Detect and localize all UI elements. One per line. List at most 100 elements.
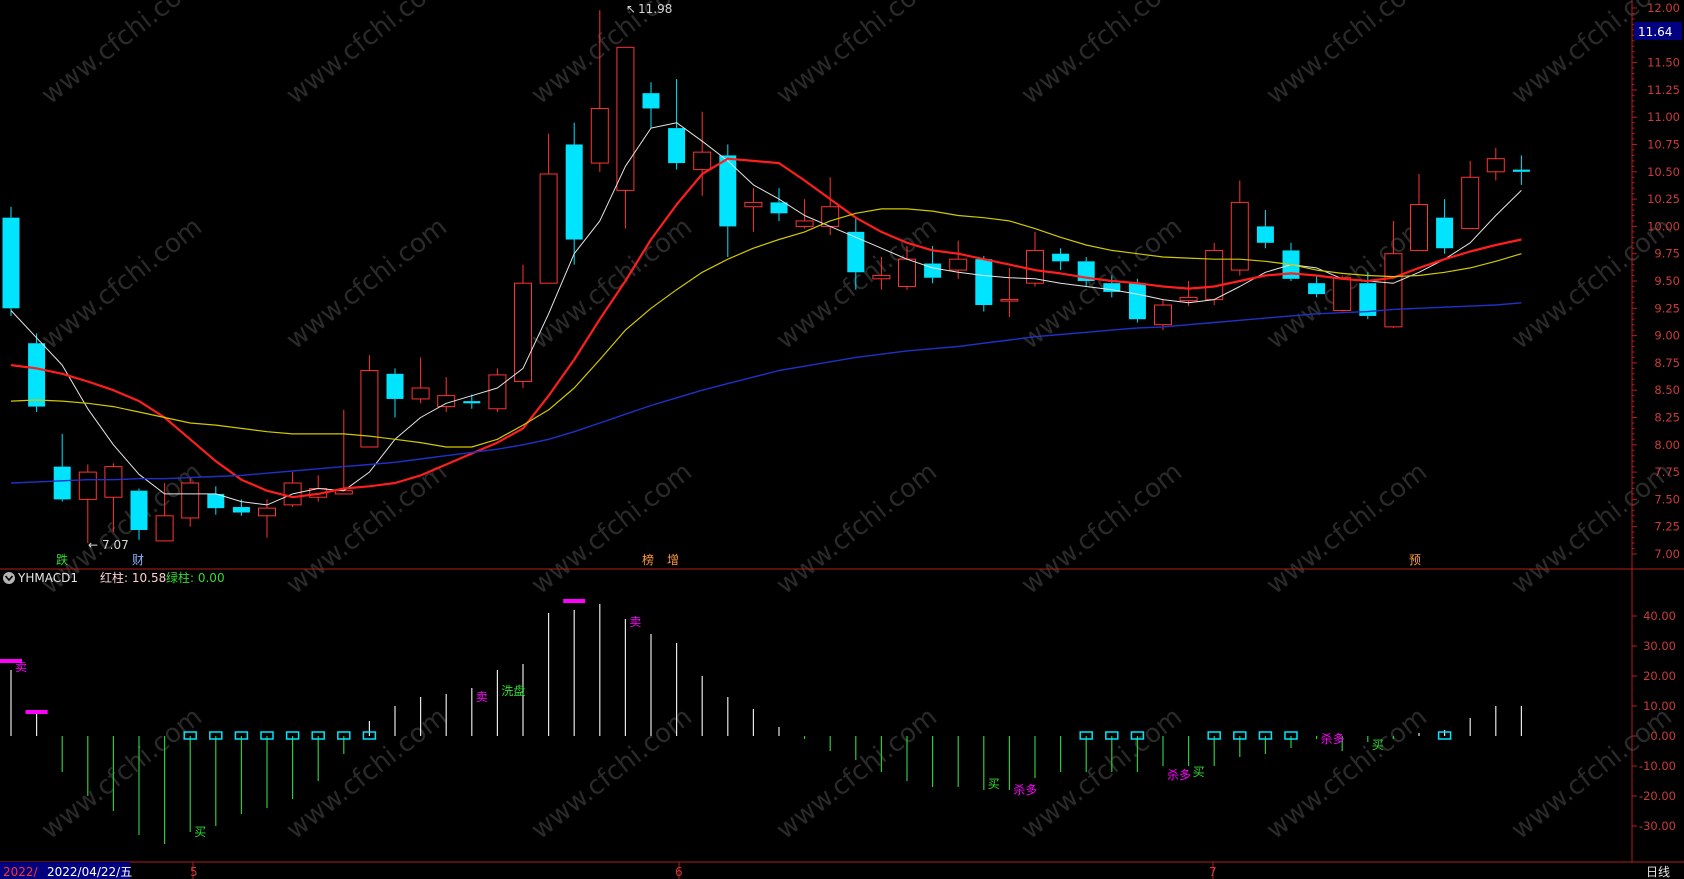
candle-down: [232, 507, 250, 513]
time-label-june: 6: [675, 865, 683, 879]
signal-label: 杀多: [1321, 731, 1345, 746]
candle-up: [1384, 253, 1403, 328]
candle-up: [1205, 249, 1224, 301]
candle-up: [488, 374, 507, 410]
price-tick-label: 11.25: [1647, 83, 1680, 97]
candle-down: [770, 202, 788, 214]
candle-up: [1410, 204, 1428, 251]
candle-up: [744, 201, 763, 208]
price-tick-label: 9.00: [1654, 329, 1680, 343]
candle-down: [386, 373, 404, 399]
candle-down: [130, 490, 148, 530]
candle-down: [642, 93, 660, 109]
candle-up: [949, 258, 968, 271]
time-cursor-date: 2022/04/22/五: [47, 865, 132, 879]
event-marker-1[interactable]: 跌: [56, 552, 68, 567]
event-marker-5[interactable]: 预: [1409, 553, 1421, 567]
candle-up: [539, 173, 558, 284]
price-tick-label: 8.50: [1654, 383, 1680, 397]
signal-label: 杀多: [1167, 767, 1191, 782]
kline-chart[interactable]: www.cfchi.com www.cfchi.com www.cfchi.com w…: [0, 0, 1684, 879]
price-tick-label: 10.25: [1647, 192, 1680, 206]
candle-down: [1256, 226, 1274, 243]
signal-label: 洗盘: [501, 683, 525, 698]
price-tick-label: 12.00: [1647, 1, 1680, 15]
candle-up: [1179, 296, 1198, 302]
candle-up: [872, 275, 891, 280]
candle-down: [975, 259, 993, 306]
candle-down: [847, 231, 865, 273]
high-price-label: 11.98: [638, 2, 672, 16]
macd-tick-label: -10.00: [1639, 759, 1676, 773]
price-tick-label: 9.50: [1654, 274, 1680, 288]
magenta-peak-marker: [25, 710, 48, 714]
signal-label: 卖: [629, 615, 641, 629]
indicator-name[interactable]: YHMACD1: [17, 571, 78, 585]
low-price-label: 7.07: [102, 538, 129, 552]
low-arrow-icon: ←: [88, 538, 98, 552]
signal-label: 杀多: [1013, 782, 1037, 797]
signal-label: 卖: [476, 690, 488, 704]
candle-up: [181, 482, 200, 519]
candle-up: [898, 258, 916, 287]
time-label-year: 2022/: [3, 865, 39, 879]
macd-tick-label: -20.00: [1639, 789, 1676, 803]
green-bar-value: 绿柱: 0.00: [166, 570, 225, 585]
candle-down: [463, 401, 481, 404]
macd-tick-label: 0.00: [1650, 729, 1676, 743]
candle-up: [590, 107, 609, 164]
price-tick-label: 10.50: [1647, 165, 1680, 179]
candle-down: [28, 343, 46, 407]
signal-label: 卖: [15, 660, 27, 674]
price-tick-label: 7.75: [1654, 465, 1680, 479]
candle-up: [1461, 176, 1480, 230]
magenta-peak-marker: [563, 599, 586, 603]
candle-up: [514, 282, 532, 382]
macd-tick-label: 10.00: [1643, 699, 1676, 713]
price-tick-label: 9.25: [1654, 301, 1680, 315]
candle-up: [411, 387, 430, 400]
candle-up: [1333, 277, 1352, 311]
candle-down: [53, 466, 71, 500]
event-marker-4[interactable]: 增: [667, 553, 679, 567]
price-tick-label: 11.00: [1647, 110, 1680, 124]
chart-background: [0, 0, 1684, 879]
candle-up: [78, 471, 97, 500]
price-tick-label: 7.00: [1654, 547, 1680, 561]
indicator-menu-icon[interactable]: [3, 572, 15, 584]
time-label-may: 5: [190, 865, 198, 879]
price-tick-label: 9.75: [1654, 247, 1680, 261]
price-tick-label: 11.50: [1647, 56, 1680, 70]
candle-down: [1128, 283, 1146, 320]
price-tick-label: 10.75: [1647, 138, 1680, 152]
event-marker-2[interactable]: 财: [132, 553, 144, 567]
event-marker-3[interactable]: 榜: [642, 552, 654, 567]
candle-up: [155, 515, 174, 542]
time-label-july: 7: [1209, 865, 1217, 879]
candle-down: [2, 217, 20, 309]
macd-tick-label: 30.00: [1643, 639, 1676, 653]
candle-up: [1154, 304, 1172, 326]
candle-up: [258, 507, 276, 517]
price-tick-label: 7.25: [1654, 520, 1680, 534]
candle-down: [565, 144, 583, 240]
candle-up: [1486, 158, 1505, 173]
candle-down: [1308, 283, 1326, 295]
candle-down: [1512, 169, 1530, 172]
macd-tick-label: 40.00: [1643, 609, 1676, 623]
high-arrow-icon: ↖: [626, 2, 636, 16]
signal-label: 买: [1193, 765, 1205, 779]
candle-up: [693, 151, 712, 171]
period-label[interactable]: 日线: [1646, 865, 1670, 879]
candle-up: [104, 466, 123, 498]
price-tick-label: 7.50: [1654, 492, 1680, 506]
price-tick-label: 8.00: [1654, 438, 1680, 452]
macd-tick-label: 20.00: [1643, 669, 1676, 683]
candle-down: [1052, 253, 1070, 262]
price-tick-label: 10.00: [1647, 219, 1680, 233]
signal-label: 买: [1372, 738, 1384, 752]
candle-up: [616, 46, 635, 191]
candle-up: [795, 220, 814, 227]
price-tick-label: 8.25: [1654, 411, 1680, 425]
candle-down: [668, 128, 686, 164]
